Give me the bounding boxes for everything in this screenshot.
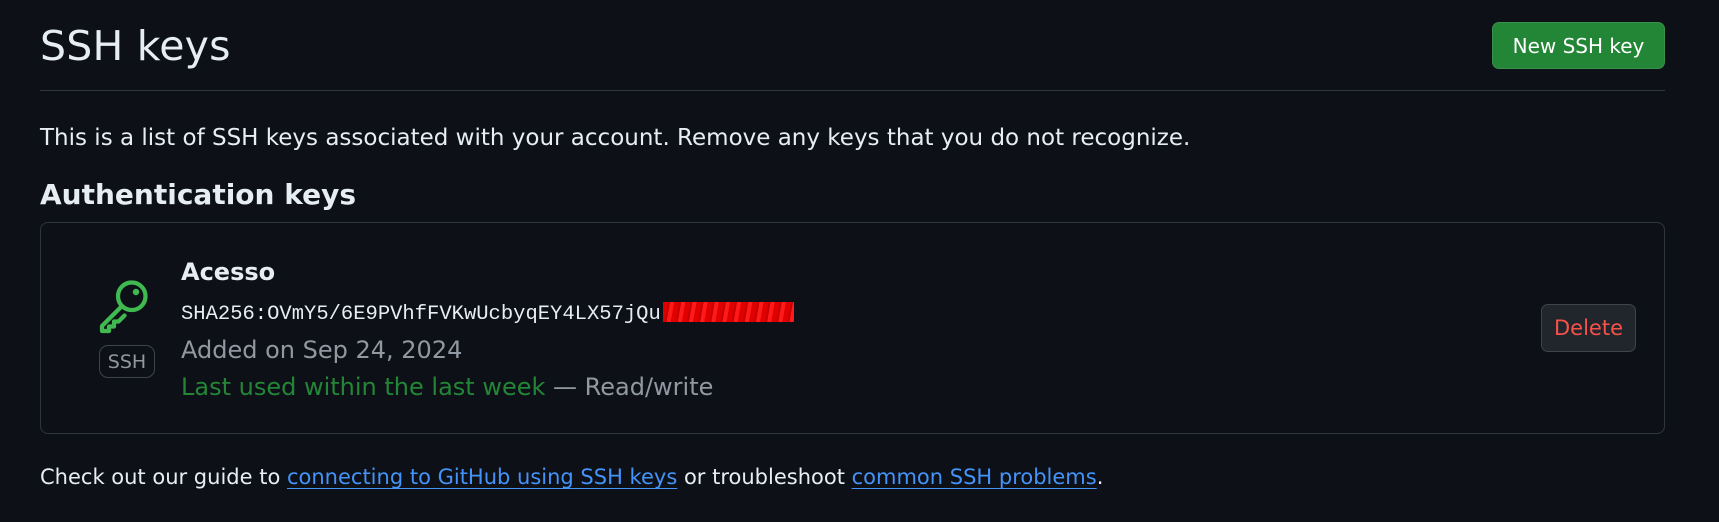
title-divider bbox=[40, 90, 1665, 91]
key-icon bbox=[93, 275, 153, 335]
link-common-ssh-problems[interactable]: common SSH problems bbox=[852, 465, 1097, 489]
access-level: — Read/write bbox=[545, 373, 714, 401]
key-title: Acesso bbox=[181, 258, 276, 286]
guide-middle: or troubleshoot bbox=[677, 465, 852, 489]
key-added-date: Added on Sep 24, 2024 bbox=[181, 336, 463, 364]
section-heading-authentication-keys: Authentication keys bbox=[40, 178, 356, 211]
page-title: SSH keys bbox=[40, 22, 231, 70]
last-used-status: Last used within the last week bbox=[181, 373, 546, 401]
key-type-badge: SSH bbox=[99, 345, 155, 378]
guide-text: Check out our guide to connecting to Git… bbox=[40, 462, 1103, 492]
delete-key-button[interactable]: Delete bbox=[1541, 304, 1636, 352]
ssh-keys-page: SSH keys New SSH key This is a list of S… bbox=[0, 0, 1719, 522]
redaction-mark bbox=[662, 302, 794, 322]
guide-suffix: . bbox=[1096, 465, 1104, 489]
key-fingerprint: SHA256:OVmY5/6E9PVhfFVKwUcbyqEY4LX57jQu bbox=[181, 301, 794, 329]
new-ssh-key-button[interactable]: New SSH key bbox=[1492, 22, 1665, 69]
key-usage-line: Last used within the last week — Read/wr… bbox=[181, 368, 713, 406]
link-connecting-ssh-keys[interactable]: connecting to GitHub using SSH keys bbox=[287, 465, 677, 489]
ssh-key-list-item: SSH Acesso SHA256:OVmY5/6E9PVhfFVKwUcbyq… bbox=[40, 222, 1665, 434]
intro-text: This is a list of SSH keys associated wi… bbox=[40, 125, 1191, 151]
guide-prefix: Check out our guide to bbox=[40, 465, 287, 489]
fingerprint-text: SHA256:OVmY5/6E9PVhfFVKwUcbyqEY4LX57jQu bbox=[181, 303, 661, 326]
